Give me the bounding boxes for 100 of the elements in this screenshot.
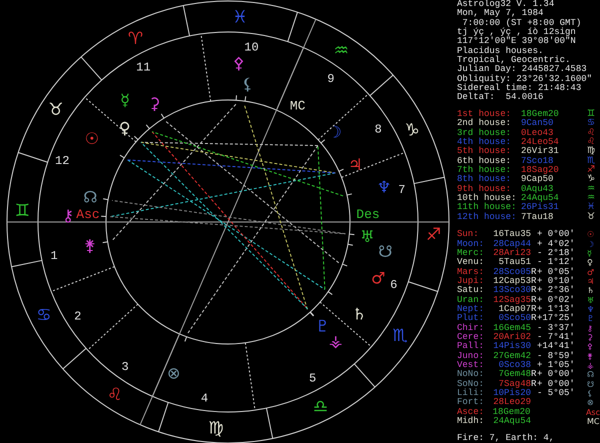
planet-latitude: + 0°10' — [537, 276, 575, 286]
chart-info-text: 117°12'00"E 39°08'00"N — [457, 37, 577, 46]
chart-info-text: Tropical, Geocentric. — [457, 56, 570, 66]
planet-name: Asce: — [457, 408, 486, 417]
house-position: 7Tau18 — [521, 212, 554, 222]
chart-info-text: DeltaT: 54.0016 — [457, 93, 544, 103]
planet-glyph: ☿ — [587, 248, 592, 258]
planet-name: Merc: — [457, 248, 486, 258]
planet-latitude: + 4°02' — [537, 240, 575, 249]
planet-position: 28Leo29 — [492, 398, 531, 408]
house-label: 5th house: — [457, 147, 512, 156]
planet-latitude: + 2°36' — [537, 286, 575, 296]
zodiac-sign-glyph: ♎ — [312, 397, 328, 418]
house-label: 10th house: — [457, 194, 518, 204]
planet-glyph: ♆ — [376, 178, 392, 197]
planet-latitude: + 0°05' — [537, 268, 575, 277]
planet-position: 12Cap53 — [492, 276, 531, 286]
planet-name: Mars: — [457, 268, 486, 277]
house-number: 4 — [200, 391, 208, 406]
chart-info-text: Sidereal time: 21:48:43 — [457, 84, 582, 94]
planet-name: Nept: — [457, 304, 486, 314]
zodiac-sign-glyph: ♍ — [208, 418, 224, 439]
sign-glyph: ♒ — [587, 194, 596, 204]
sign-glyph: ♑ — [587, 175, 596, 185]
planet-glyph: ♇ — [315, 316, 330, 336]
house-label: 3rd house: — [457, 128, 512, 138]
sign-glyph: ♓ — [587, 203, 596, 212]
planet-name: Jupi: — [457, 276, 486, 286]
planet-glyph: ⚴ — [232, 53, 245, 72]
sign-glyph: ♍ — [587, 147, 596, 156]
chart-info-text: Julian Day: 2445827.4583 — [457, 65, 588, 74]
planet-position: 7Sag48 — [498, 380, 531, 389]
planet-glyph: ♂ — [370, 268, 386, 288]
sign-glyph: ♉ — [587, 212, 596, 222]
house-label: 12th house: — [457, 212, 518, 222]
zodiac-sign-glyph: ♏ — [392, 326, 408, 346]
planet-glyph: ⚶ — [328, 331, 342, 350]
planet-glyph: ♃ — [348, 154, 362, 174]
planet-latitude: + 0°02' — [537, 296, 575, 305]
planet-glyph: ⚳ — [148, 94, 160, 113]
planet-name: NoNo: — [457, 370, 486, 380]
planet-glyph: ♄ — [587, 286, 594, 296]
zodiac-sign-glyph: ♈ — [128, 28, 144, 49]
sign-glyph: ♏ — [587, 156, 596, 166]
planet-glyph: ⚵ — [84, 236, 96, 255]
planet-glyph: ☊ — [587, 370, 594, 380]
planet-position: 0Sco50 — [498, 314, 531, 324]
sign-glyph: ♌ — [587, 128, 596, 138]
planet-position: 12Sag35 — [492, 296, 531, 305]
planet-position: 27Gem42 — [492, 352, 531, 361]
sign-glyph: ♌ — [587, 138, 596, 148]
planet-glyph: ⚷ — [587, 324, 593, 333]
element-count-text: Fire: 7, Earth: 4, — [457, 434, 556, 443]
planet-name: Venu: — [457, 258, 486, 268]
planet-name: Uran: — [457, 296, 486, 305]
planet-glyph: ⚴ — [587, 342, 593, 352]
retrograde-mark: R — [531, 286, 536, 296]
chart-info-text: 7:00:00 (ST +8:00 GMT) — [462, 18, 582, 28]
planet-name: Plut: — [457, 314, 486, 324]
planet-latitude: + 1°13' — [537, 304, 575, 314]
planet-glyph: ⚷ — [62, 206, 74, 225]
house-position: 7Sco18 — [521, 156, 554, 166]
planet-position: 14Pis30 — [492, 342, 531, 352]
house-position: 18Gem20 — [521, 110, 560, 119]
planet-glyph: ♇ — [587, 314, 594, 324]
house-position: 9Cap50 — [521, 175, 554, 185]
planet-position: 16Gem45 — [492, 324, 531, 333]
house-number: 1 — [50, 248, 58, 263]
planet-position: 5Tau51 — [498, 258, 531, 268]
angle-label: Asc — [76, 207, 100, 222]
chart-info-text: tj ýç , ýç , íò 12sign — [457, 28, 577, 38]
planet-latitude: + 0°00' — [537, 230, 575, 240]
planet-position: 10Pis20 — [492, 389, 531, 398]
house-number: 7 — [398, 183, 406, 198]
zodiac-sign-glyph: ♑ — [404, 120, 420, 141]
house-position: 0Leo43 — [521, 128, 554, 138]
house-number: 12 — [55, 154, 70, 168]
house-position: 26Vir31 — [521, 147, 560, 157]
planet-name: Satu: — [457, 286, 486, 296]
angle-label: Des — [356, 207, 380, 222]
planet-position: 24Aqu54 — [492, 417, 531, 426]
planet-latitude: - 8°59' — [537, 352, 575, 361]
retrograde-mark: R — [531, 296, 536, 305]
chart-info-text: Obliquity: 23°26'32.1600" — [457, 74, 594, 84]
planet-position: 0Sco38 — [498, 361, 531, 370]
planet-name: Fort: — [457, 398, 486, 408]
planet-latitude: - 5°05' — [537, 389, 575, 398]
sign-glyph: ♋ — [587, 119, 596, 128]
sign-glyph: ♐ — [587, 166, 596, 176]
zodiac-sign-glyph: ♉ — [48, 100, 64, 120]
planet-glyph: ⚶ — [587, 361, 594, 370]
planet-glyph: ⊗ — [587, 398, 594, 408]
planet-glyph: ♂ — [587, 268, 594, 277]
planet-position: 28Cap44 — [492, 240, 531, 249]
planet-glyph: ☊ — [83, 187, 98, 206]
planet-glyph: ☿ — [120, 90, 130, 110]
planet-glyph: ☽ — [587, 240, 594, 249]
planet-latitude: +17°25' — [537, 314, 575, 324]
house-number: 11 — [136, 60, 151, 75]
planet-glyph: Asc — [586, 408, 600, 418]
